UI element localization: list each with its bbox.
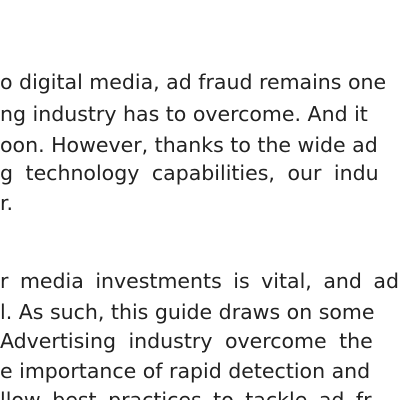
text-line: ng industry has to overcome. And it (0, 102, 368, 126)
text-line: r media investments is vital, and ad (0, 269, 399, 293)
text-line: llow best practices to tackle ad fr (0, 388, 372, 400)
text-line: Advertising industry overcome the (0, 329, 373, 353)
text-line: e importance of rapid detection and (0, 359, 371, 383)
document-page: o digital media, ad fraud remains one ng… (0, 0, 400, 400)
text-line: g technology capabilities, our indu (0, 161, 379, 185)
text-line: l. As such, this guide draws on some (0, 300, 375, 324)
text-line: r. (0, 191, 14, 215)
text-line: o digital media, ad fraud remains one (0, 70, 387, 94)
